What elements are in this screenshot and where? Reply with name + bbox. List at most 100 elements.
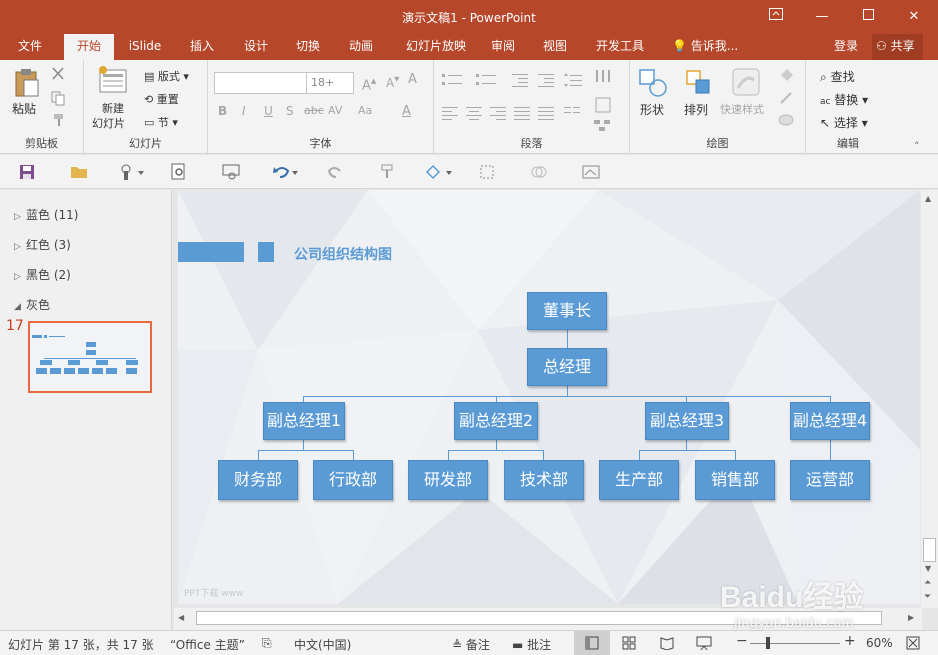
arrange-icon[interactable] (684, 68, 714, 101)
org-node-department[interactable]: 技术部 (504, 460, 584, 500)
current-slide[interactable]: 公司组织结构图 董事长 总经理 副总经理1 副总经理2 副总经理3 副总经理4 … (178, 190, 920, 604)
touch-mode-icon[interactable] (118, 163, 144, 181)
justify-icon[interactable] (514, 106, 532, 123)
strikethrough-button[interactable]: abc (304, 104, 324, 117)
line-spacing-icon[interactable] (564, 72, 582, 91)
bold-button[interactable]: B (218, 104, 227, 118)
shapes-icon[interactable] (638, 68, 668, 101)
picture-icon[interactable] (582, 163, 600, 181)
bullets-icon[interactable] (442, 72, 464, 91)
new-slide-icon[interactable] (98, 66, 128, 97)
open-folder-icon[interactable] (70, 163, 88, 181)
tab-home[interactable]: 开始 (64, 34, 114, 60)
close-button[interactable]: ✕ (896, 4, 932, 30)
slideshow-icon[interactable] (696, 636, 712, 653)
font-name-box[interactable] (214, 72, 308, 94)
org-node-department[interactable]: 财务部 (218, 460, 298, 500)
tab-review[interactable]: 审阅 (481, 34, 525, 60)
present-icon[interactable] (222, 163, 240, 181)
org-node-vp[interactable]: 副总经理2 (454, 402, 538, 440)
section-blue[interactable]: ▷ 蓝色 (11) (14, 206, 78, 223)
tab-transitions[interactable]: 切换 (284, 34, 332, 60)
align-text-icon[interactable] (594, 96, 612, 117)
tab-animations[interactable]: 动画 (337, 34, 385, 60)
minimize-button[interactable]: — (804, 4, 840, 30)
italic-button[interactable]: I (242, 104, 246, 118)
replace-button[interactable]: ac 替换 ▾ (820, 91, 868, 108)
text-direction-icon[interactable] (594, 68, 612, 89)
org-node-department[interactable]: 生产部 (599, 460, 679, 500)
select-button[interactable]: ↖ 选择 ▾ (820, 114, 868, 131)
arrange-button[interactable]: 排列 (684, 101, 708, 118)
shape-outline-icon[interactable] (778, 90, 796, 109)
cut-icon[interactable] (50, 66, 66, 85)
slide-thumbnail[interactable] (28, 321, 152, 393)
normal-view-button[interactable] (574, 631, 610, 655)
section-red[interactable]: ▷ 红色 (3) (14, 236, 71, 253)
decrease-indent-icon[interactable] (512, 72, 530, 91)
increase-indent-icon[interactable] (538, 72, 556, 91)
char-spacing-button[interactable]: AV (328, 104, 342, 117)
format-painter-qat-icon[interactable] (378, 163, 396, 181)
columns-icon[interactable] (564, 106, 582, 123)
reset-button[interactable]: ⟲ 重置 (144, 91, 179, 107)
distribute-icon[interactable] (538, 106, 556, 123)
layout-button[interactable]: ▤ 版式 ▾ (144, 68, 189, 84)
scroll-left-icon[interactable]: ◀ (178, 613, 184, 622)
org-node-vp[interactable]: 副总经理3 (645, 402, 729, 440)
scroll-thumb[interactable] (923, 538, 936, 562)
quick-styles-button[interactable]: 快速样式 (720, 101, 764, 117)
org-node-department[interactable]: 研发部 (408, 460, 488, 500)
find-button[interactable]: ⌕ 查找 (820, 68, 855, 85)
new-slide-label-2[interactable]: 幻灯片 (92, 115, 125, 131)
format-painter-icon[interactable] (50, 112, 66, 131)
comments-button[interactable]: ▬ 批注 (512, 636, 551, 653)
slide-title[interactable]: 公司组织结构图 (294, 244, 392, 264)
org-node-department[interactable]: 行政部 (313, 460, 393, 500)
numbering-icon[interactable] (476, 72, 498, 91)
tab-insert[interactable]: 插入 (178, 34, 226, 60)
collapse-ribbon-icon[interactable]: ˄ (914, 140, 920, 153)
org-node-vp[interactable]: 副总经理1 (263, 402, 345, 440)
login-link[interactable]: 登录 (834, 34, 858, 60)
slide-sorter-icon[interactable] (622, 636, 636, 653)
merge-shapes-icon[interactable] (530, 163, 548, 181)
org-node-gm[interactable]: 总经理 (527, 348, 607, 386)
align-left-icon[interactable] (442, 106, 460, 123)
language[interactable]: 中文(中国) (294, 636, 351, 653)
maximize-button[interactable] (850, 4, 886, 30)
align-right-icon[interactable] (490, 106, 508, 123)
org-node-department[interactable]: 销售部 (695, 460, 775, 500)
scroll-down-icon[interactable]: ▼ (925, 564, 931, 573)
tab-islide[interactable]: iSlide (120, 34, 170, 60)
underline-button[interactable]: U (264, 104, 273, 118)
org-node-department[interactable]: 运营部 (790, 460, 870, 500)
section-button[interactable]: ▭ 节 ▾ (144, 114, 178, 130)
paste-icon[interactable] (14, 68, 40, 101)
shapes-button[interactable]: 形状 (640, 101, 664, 118)
print-preview-icon[interactable] (170, 163, 188, 181)
shapes-qat-icon[interactable] (424, 163, 452, 181)
tell-me-box[interactable]: 💡 告诉我... (672, 34, 738, 60)
section-gray[interactable]: ◢ 灰色 (14, 296, 50, 313)
org-node-vp[interactable]: 副总经理4 (790, 402, 870, 440)
scroll-up-icon[interactable]: ▲ (925, 194, 931, 203)
font-color-button[interactable]: A (402, 104, 411, 119)
spellcheck-icon[interactable]: ⎘ (262, 636, 272, 651)
slide-editor[interactable]: 公司组织结构图 董事长 总经理 副总经理1 副总经理2 副总经理3 副总经理4 … (174, 190, 922, 608)
tab-developer[interactable]: 开发工具 (587, 34, 653, 60)
shrink-font-icon[interactable]: A▾ (386, 74, 399, 90)
shape-fill-icon[interactable] (778, 68, 796, 87)
redo-icon[interactable] (326, 163, 344, 181)
change-case-button[interactable]: Aa (358, 104, 372, 117)
previous-slide-icon[interactable]: ⏶ (924, 578, 931, 588)
save-icon[interactable] (18, 163, 36, 181)
shape-effects-icon[interactable] (778, 112, 796, 131)
font-size-box[interactable]: 18+ (306, 72, 354, 94)
paste-button[interactable]: 粘贴 (12, 100, 36, 117)
crop-icon[interactable] (478, 163, 496, 181)
undo-icon[interactable] (272, 163, 298, 181)
quick-styles-icon[interactable] (730, 66, 762, 101)
next-slide-icon[interactable]: ⏷ (924, 592, 931, 602)
org-node-chairman[interactable]: 董事长 (527, 292, 607, 330)
